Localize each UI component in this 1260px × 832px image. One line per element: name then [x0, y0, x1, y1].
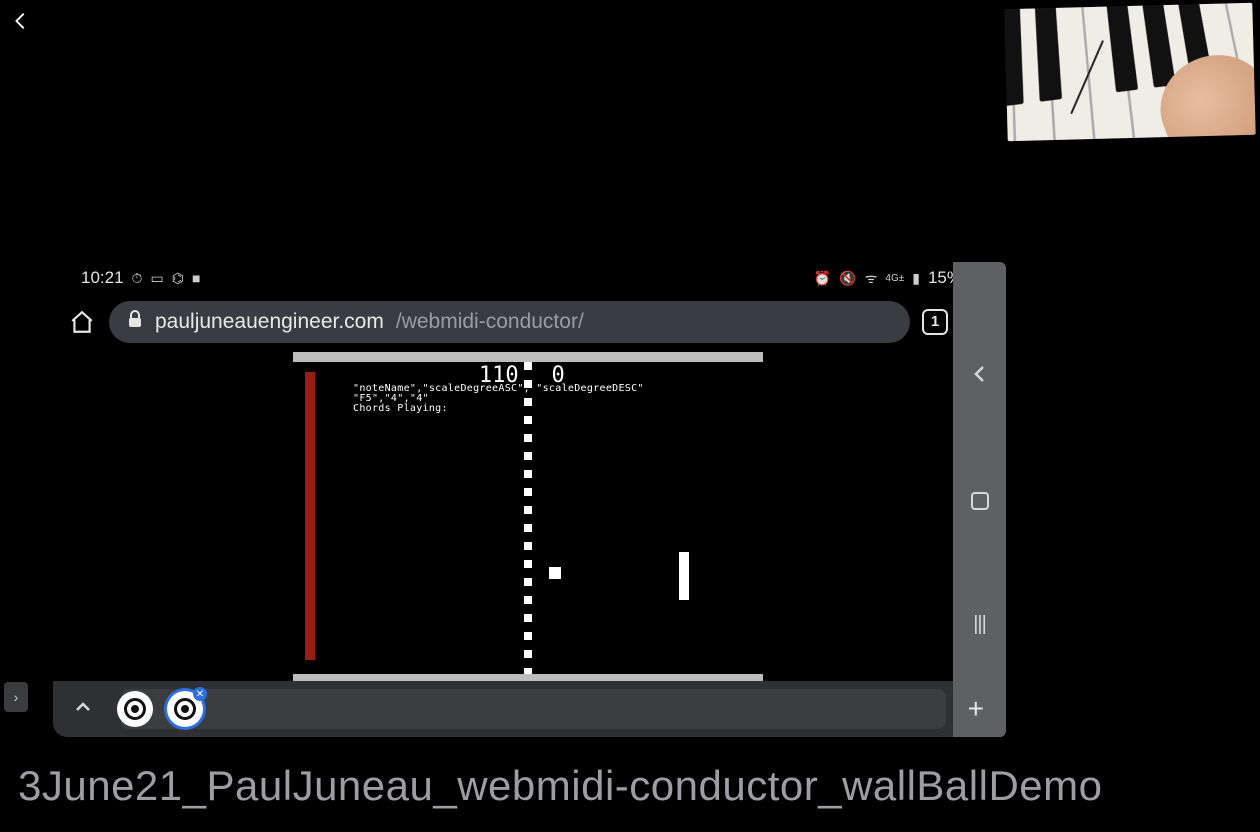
alarm2-icon: ⏰	[814, 270, 831, 287]
alarm-icon: ⏱	[132, 270, 143, 287]
lock-icon	[127, 310, 143, 333]
video-title-caption: 3June21_PaulJuneau_webmidi-conductor_wal…	[18, 762, 1103, 810]
tab-strip-bg	[121, 689, 946, 729]
top-wall	[293, 352, 763, 362]
url-domain: pauljuneauengineer.com	[155, 310, 384, 334]
voicemail-icon: ⌬	[172, 270, 184, 287]
player-paddle	[679, 552, 689, 600]
status-time: 10:21	[81, 268, 124, 288]
left-wall	[305, 372, 315, 660]
expand-tabs-button[interactable]	[65, 699, 101, 720]
outer-back-button[interactable]	[10, 10, 32, 38]
debug-readout: "noteName","scaleDegreeASC", "scaleDegre…	[353, 384, 644, 414]
video-icon: ■	[192, 270, 200, 286]
new-tab-button[interactable]: +	[958, 693, 994, 725]
mute-icon: 🔇	[839, 270, 856, 287]
android-back-button[interactable]	[971, 363, 989, 389]
android-recents-button[interactable]: |||	[973, 613, 986, 636]
phone-screenshot: 10:21 ⏱ ▭ ⌬ ■ ⏰ 🔇 ᯤ 4G± ▮ 15% pauljuneau	[53, 262, 1006, 737]
android-nav-bar: |||	[953, 262, 1006, 737]
android-home-button[interactable]	[971, 492, 989, 510]
close-tab-badge[interactable]: ✕	[193, 687, 207, 701]
cast-icon: ▭	[150, 270, 163, 287]
network-icon: 4G±	[885, 273, 904, 284]
tab-favicon-1[interactable]	[117, 691, 153, 727]
wallball-game[interactable]: 110 0 "noteName","scaleDegreeASC", "scal…	[293, 352, 763, 684]
tab-favicon-active[interactable]: ✕	[167, 691, 203, 727]
wifi-icon: ᯤ	[865, 269, 878, 288]
android-status-bar: 10:21 ⏱ ▭ ⌬ ■ ⏰ 🔇 ᯤ 4G± ▮ 15%	[53, 262, 1006, 294]
webcam-pip-overlay[interactable]	[1004, 3, 1255, 141]
side-drawer-handle[interactable]: ›	[4, 682, 28, 712]
game-ball	[549, 567, 561, 579]
address-bar[interactable]: pauljuneauengineer.com/webmidi-conductor…	[109, 301, 910, 343]
tabs-button[interactable]: 1	[922, 309, 948, 335]
home-button[interactable]	[67, 307, 97, 337]
url-path: /webmidi-conductor/	[396, 310, 584, 334]
browser-tab-strip: ✕ +	[53, 681, 1006, 737]
signal-icon: ▮	[912, 270, 920, 287]
browser-toolbar: pauljuneauengineer.com/webmidi-conductor…	[53, 294, 1006, 349]
